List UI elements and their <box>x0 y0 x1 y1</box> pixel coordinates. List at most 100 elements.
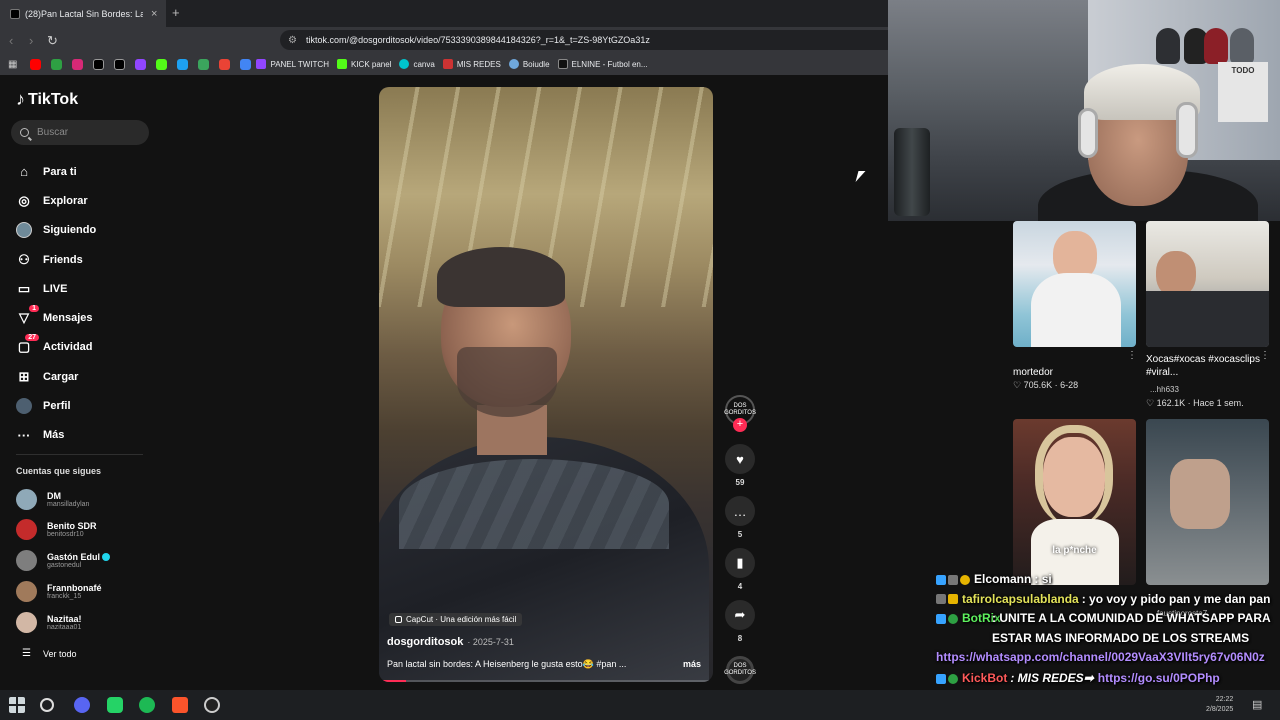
bookmark-panel-twitch[interactable]: PANEL TWITCH <box>256 59 329 69</box>
home-icon: ⌂ <box>20 164 28 180</box>
sidebar-item-mas[interactable]: ··· Más <box>16 421 96 450</box>
video-progress-bar[interactable] <box>379 680 713 682</box>
sidebar-item-explorar[interactable]: ◎ Explorar <box>16 186 96 215</box>
instagram-bookmark-icon[interactable] <box>72 58 84 70</box>
sidebar-item-live[interactable]: ▭ LIVE <box>16 274 96 303</box>
webcam-frame <box>1204 28 1228 64</box>
sidebar-item-mensajes[interactable]: ▽ 1 Mensajes <box>16 303 96 332</box>
sidebar-menu: ⌂ Para ti ◎ Explorar Siguiendo ⚇ Friends ▭ L… <box>16 157 96 450</box>
apps-grid-icon[interactable]: ▦ <box>8 59 17 70</box>
more-options-icon[interactable]: ⋮ <box>1127 350 1137 361</box>
likes-count: 162.1K <box>1156 398 1186 408</box>
browser-tab[interactable]: (28)Pan Lactal Sin Bordes: La × <box>0 0 166 27</box>
bookmark-canva[interactable]: canva <box>399 59 435 69</box>
twitch-icon <box>256 59 267 69</box>
followed-account[interactable]: Benito SDR benitosdr10 <box>16 519 97 540</box>
url-input[interactable]: ⚙ tiktok.com/@dosgorditosok/video/753339… <box>280 30 888 50</box>
bookmark-boiudle[interactable]: Boiudle <box>508 59 550 69</box>
tiktok-page: ♪ TikTok Buscar ⌂ Para ti ◎ Explorar Sigui… <box>0 75 991 690</box>
video-author[interactable]: dosgorditosok · 2025-7-31 <box>387 636 514 648</box>
bookmark-icon[interactable] <box>177 58 189 70</box>
save-button[interactable]: ▮ <box>725 548 755 578</box>
bookmark-icon[interactable] <box>51 58 63 70</box>
kick-icon <box>336 59 347 69</box>
site-info-icon[interactable]: ⚙ <box>288 35 297 46</box>
comment-button[interactable]: … <box>725 496 755 526</box>
chat-badge-icon <box>948 594 958 605</box>
share-button[interactable]: ➦ <box>725 600 755 630</box>
search-icon[interactable] <box>40 698 54 712</box>
bookmark-kick-panel[interactable]: KICK panel <box>336 59 391 69</box>
chat-link[interactable]: https://go.su/0POPhp <box>1098 669 1220 689</box>
followed-account[interactable]: Frannbonafé franckk_15 <box>16 581 102 602</box>
obs-icon[interactable] <box>204 697 220 713</box>
chrome-bookmark-icon[interactable] <box>240 58 252 70</box>
account-handle: nazitaaa01 <box>47 624 82 631</box>
forward-arrow-icon[interactable]: › <box>29 33 33 48</box>
sidebar-item-para-ti[interactable]: ⌂ Para ti <box>16 157 96 186</box>
sidebar-item-siguiendo[interactable]: Siguiendo <box>16 216 96 245</box>
bookmark-icon[interactable] <box>198 58 210 70</box>
more-button[interactable]: más <box>683 659 701 669</box>
close-tab-icon[interactable]: × <box>151 8 157 20</box>
tiktok-logo[interactable]: ♪ TikTok <box>16 89 78 110</box>
followed-account[interactable]: Nazitaa! nazitaaa01 <box>16 612 82 633</box>
suggested-video-thumbnail[interactable] <box>1146 221 1269 347</box>
like-button[interactable]: ♥ <box>725 444 755 474</box>
notification-icon[interactable]: ▤ <box>1252 698 1262 711</box>
see-all-button[interactable]: ☰ Ver todo <box>22 648 77 659</box>
follow-plus-button[interactable]: + <box>733 418 747 432</box>
divider <box>16 454 143 455</box>
followed-account[interactable]: DM mansilladylan <box>16 489 89 510</box>
tiktok-bookmark-icon[interactable] <box>93 58 105 70</box>
music-disc-icon[interactable]: DOS GORDITOS <box>724 656 756 684</box>
reload-icon[interactable]: ↻ <box>47 33 58 49</box>
windows-start-icon[interactable] <box>9 697 25 713</box>
search-input[interactable]: Buscar <box>11 120 149 145</box>
suggested-video-title[interactable]: Xocas#xocas #xocasclips #viral... <box>1146 353 1266 379</box>
chat-text: : UNITE A LA COMUNIDAD DE WHATSAPP PARA … <box>992 611 1271 645</box>
spotify-icon[interactable] <box>139 697 155 713</box>
browser-tab-bar: (28)Pan Lactal Sin Bordes: La × + <box>0 0 888 27</box>
brave-browser-icon[interactable] <box>172 697 188 713</box>
avatar <box>16 489 37 510</box>
upload-icon: ⊞ <box>18 368 30 384</box>
chat-message: KickBot: MIS REDES➡ https://go.su/0POPhp <box>936 669 1280 689</box>
activity-badge: 27 <box>25 334 39 342</box>
suggested-video-thumbnail[interactable] <box>1013 221 1136 347</box>
account-name: DM <box>47 491 61 501</box>
whatsapp-icon[interactable] <box>107 697 123 713</box>
youtube-bookmark-icon[interactable] <box>30 58 42 70</box>
kick-bookmark-icon[interactable] <box>156 58 168 70</box>
capcut-label: CapCut · Una edición más fácil <box>406 615 517 624</box>
folder-icon <box>442 59 453 69</box>
video-frame <box>1170 459 1230 529</box>
suggested-video-thumbnail[interactable]: la p*nche <box>1013 419 1136 585</box>
back-arrow-icon[interactable]: ‹ <box>9 33 13 48</box>
chat-badge-icon <box>936 574 946 585</box>
tab-title: (28)Pan Lactal Sin Bordes: La <box>25 8 143 19</box>
bookmark-elnine[interactable]: ELNINE - Futbol en... <box>557 59 648 69</box>
bookmark-mis-redes[interactable]: MIS REDES <box>442 59 501 69</box>
twitch-bookmark-icon[interactable] <box>135 58 147 70</box>
gmail-bookmark-icon[interactable] <box>219 58 231 70</box>
chat-link[interactable]: https://whatsapp.com/channel/0029VaaX3VI… <box>936 648 1280 667</box>
sidebar-item-label: Friends <box>43 253 83 266</box>
suggested-video-handle: ...hh633 <box>1150 385 1179 394</box>
followed-account[interactable]: Gastón Edul gastonedul <box>16 550 111 571</box>
capcut-tag[interactable]: CapCut · Una edición más fácil <box>389 613 523 626</box>
account-name: Gastón Edul <box>47 552 101 562</box>
sidebar-item-perfil[interactable]: Perfil <box>16 391 96 420</box>
wall-poster: TODO <box>1218 62 1268 122</box>
suggested-video-thumbnail[interactable] <box>1146 419 1269 585</box>
bookmark-label: canva <box>413 59 435 69</box>
chat-text: : yo voy y pido pan y me dan pan <box>1081 591 1271 606</box>
suggested-video-title[interactable]: mortedor <box>1013 366 1133 379</box>
sidebar-item-friends[interactable]: ⚇ Friends <box>16 245 96 274</box>
sidebar-item-cargar[interactable]: ⊞ Cargar <box>16 362 96 391</box>
sidebar-item-actividad[interactable]: ▢ 27 Actividad <box>16 333 96 362</box>
discord-icon[interactable] <box>74 697 90 713</box>
x-bookmark-icon[interactable] <box>114 58 126 70</box>
new-tab-button[interactable]: + <box>172 5 180 20</box>
video-player[interactable]: CapCut · Una edición más fácil dosgordit… <box>379 87 713 682</box>
